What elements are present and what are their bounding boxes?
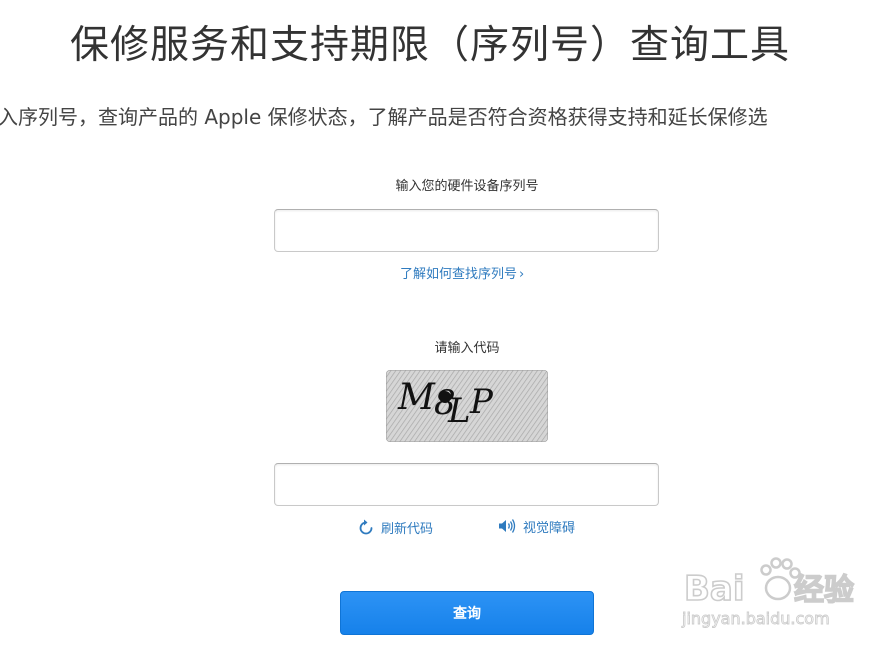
captcha-input[interactable] <box>274 463 659 506</box>
serial-number-label: 输入您的硬件设备序列号 <box>395 179 539 194</box>
svg-text:M: M <box>397 377 436 418</box>
svg-text:经验: 经验 <box>794 573 854 608</box>
page-title: 保修服务和支持期限（序列号）查询工具 <box>70 23 791 68</box>
find-serial-number-link-text: 了解如何查找序列号 <box>400 267 518 282</box>
chevron-right-icon: › <box>519 267 525 282</box>
refresh-code-button[interactable]: 刷新代码 <box>357 518 433 542</box>
svg-text:P: P <box>469 382 494 422</box>
baidu-jingyan-watermark: Bai 经验 jingyan.baidu.com <box>680 548 880 638</box>
refresh-icon <box>357 518 381 542</box>
refresh-code-label: 刷新代码 <box>381 522 434 537</box>
watermark-url: jingyan.baidu.com <box>681 609 830 628</box>
submit-query-button[interactable]: 查询 <box>340 591 594 635</box>
serial-number-input[interactable] <box>274 209 659 252</box>
find-serial-number-link[interactable]: 了解如何查找序列号 › <box>400 266 524 284</box>
page-subtitle: 入序列号，查询产品的 Apple 保修状态，了解产品是否符合资格获得支持和延长保… <box>0 105 768 129</box>
audio-captcha-button[interactable]: 视觉障碍 <box>497 518 575 540</box>
captcha-image: M 8 L P <box>386 370 548 442</box>
audio-captcha-label: 视觉障碍 <box>523 521 576 536</box>
svg-text:Bai: Bai <box>684 569 745 609</box>
speaker-icon <box>497 518 523 540</box>
captcha-label: 请输入代码 <box>434 341 500 356</box>
